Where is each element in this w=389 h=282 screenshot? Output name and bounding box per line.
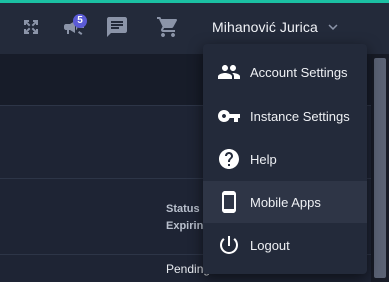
cart-icon[interactable] [156, 15, 180, 39]
menu-item-label: Mobile Apps [250, 194, 321, 210]
help-icon [217, 147, 241, 171]
menu-item-instance-settings[interactable]: Instance Settings [203, 95, 367, 137]
menu-item-label: Account Settings [250, 64, 348, 80]
power-icon [217, 233, 241, 257]
menu-item-help[interactable]: Help [203, 138, 367, 180]
menu-item-mobile-apps[interactable]: Mobile Apps [203, 181, 367, 223]
scrollbar-thumb[interactable] [374, 58, 386, 278]
user-dropdown-menu: Account Settings Instance Settings Help … [203, 44, 367, 274]
account-settings-icon [217, 60, 241, 84]
fullscreen-icon[interactable] [19, 15, 43, 39]
user-name: Mihanović Jurica [212, 19, 318, 35]
menu-item-logout[interactable]: Logout [203, 224, 367, 266]
mobile-phone-icon [217, 190, 241, 214]
menu-item-label: Help [250, 151, 277, 167]
menu-item-label: Instance Settings [250, 108, 350, 124]
announcements-badge: 5 [73, 14, 87, 28]
menu-item-account-settings[interactable]: Account Settings [203, 51, 367, 93]
messages-icon[interactable] [105, 15, 129, 39]
key-icon [217, 104, 241, 128]
status-column-label: Status [166, 203, 200, 215]
menu-item-label: Logout [250, 237, 290, 253]
chevron-down-icon [328, 24, 338, 30]
user-menu-toggle[interactable]: Mihanović Jurica [212, 15, 342, 39]
